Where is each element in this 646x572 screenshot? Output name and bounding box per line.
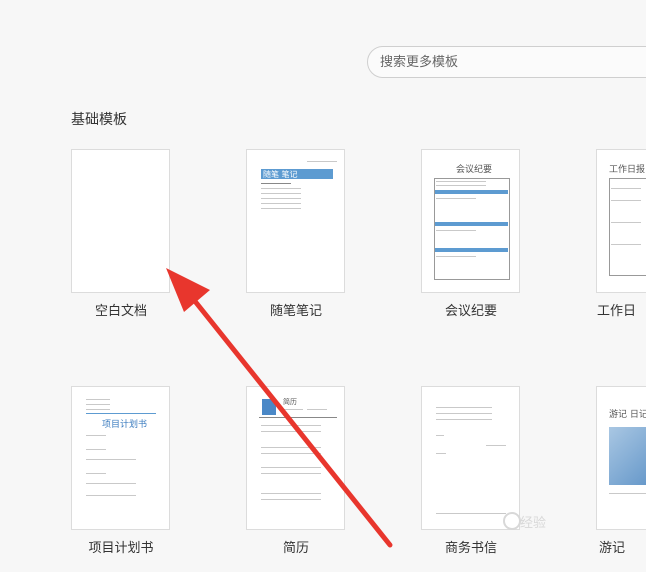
watermark-icon xyxy=(503,512,521,530)
red-arrow-annotation xyxy=(166,268,393,548)
watermark: 经验 xyxy=(520,516,547,531)
